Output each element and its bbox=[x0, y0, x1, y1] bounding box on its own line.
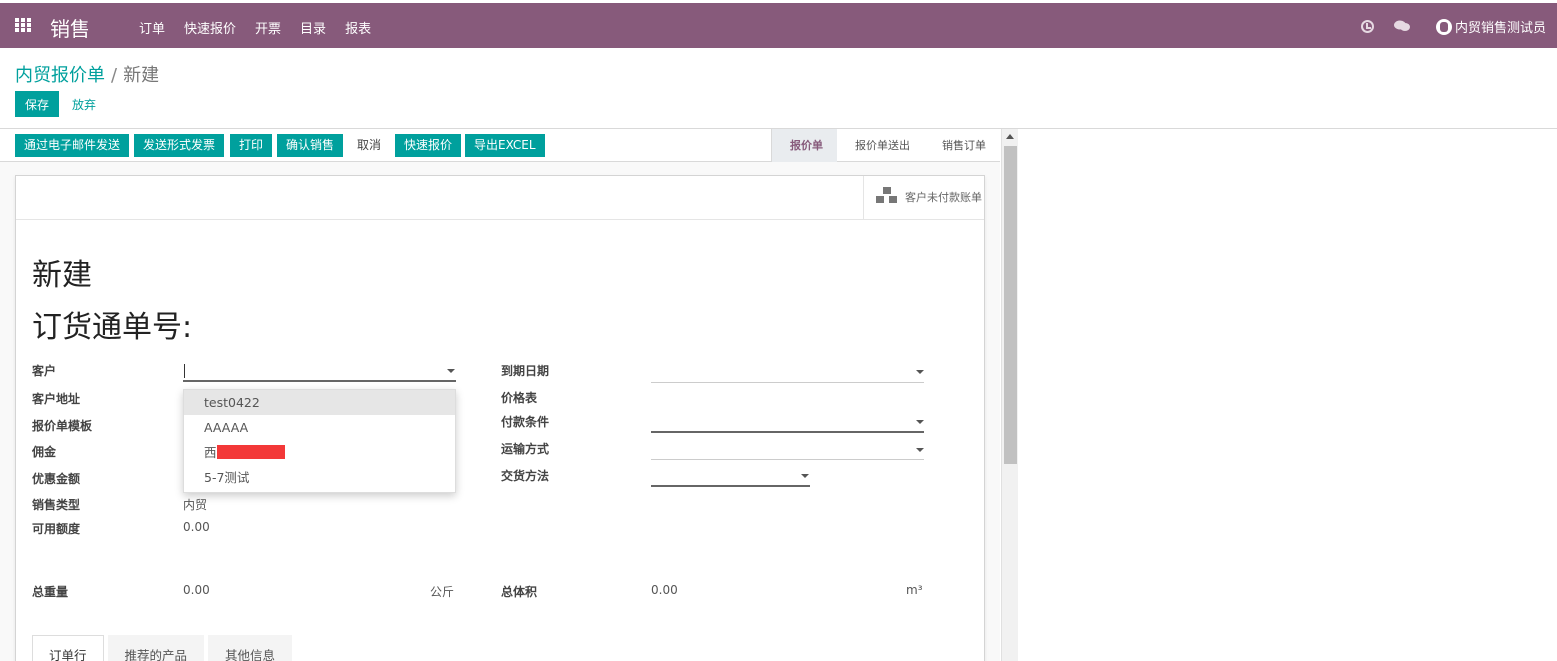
shipping-method-dropdown-icon[interactable] bbox=[916, 448, 924, 452]
customer-dropdown-icon[interactable] bbox=[447, 369, 455, 373]
breadcrumb-current: 新建 bbox=[123, 65, 160, 86]
pricelist-label: 价格表 bbox=[501, 391, 538, 405]
apps-grid-icon[interactable] bbox=[15, 18, 33, 32]
confirm-sale-button[interactable]: 确认销售 bbox=[277, 134, 344, 157]
main-menu: 订单 快速报价 开票 目录 报表 bbox=[139, 18, 390, 37]
scroll-thumb[interactable] bbox=[1004, 146, 1017, 464]
activity-clock-icon[interactable] bbox=[1361, 20, 1374, 33]
tab-recommended-products[interactable]: 推荐的产品 bbox=[107, 635, 205, 661]
chat-icon[interactable] bbox=[1394, 20, 1410, 32]
quote-template-label: 报价单模板 bbox=[32, 419, 93, 433]
dropdown-option[interactable]: 西 bbox=[184, 440, 455, 465]
tab-order-lines[interactable]: 订单行 bbox=[32, 635, 104, 661]
commission-label: 佣金 bbox=[32, 445, 57, 459]
quick-quote-button[interactable]: 快速报价 bbox=[395, 134, 462, 157]
dropdown-option-text: 西 bbox=[204, 445, 217, 460]
form-statusbar: 通过电子邮件发送 发送形式发票 打印 确认销售 取消 快速报价 导出EXCEL … bbox=[0, 129, 1000, 162]
cancel-button[interactable]: 取消 bbox=[348, 134, 390, 157]
customer-autocomplete-dropdown: test0422 AAAAA 西 5-7测试 bbox=[183, 389, 456, 493]
menu-item-catalog[interactable]: 目录 bbox=[300, 18, 326, 37]
total-volume-label: 总体积 bbox=[501, 585, 538, 599]
customer-address-label: 客户地址 bbox=[32, 392, 81, 406]
user-name: 内贸销售测试员 bbox=[1455, 21, 1547, 36]
available-credit-value: 0.00 bbox=[183, 520, 210, 534]
send-proforma-button[interactable]: 发送形式发票 bbox=[134, 134, 225, 157]
breadcrumb: 内贸报价单 / 新建 bbox=[15, 61, 159, 87]
avatar bbox=[1436, 18, 1452, 35]
scroll-up-arrow-icon[interactable] bbox=[1006, 134, 1014, 139]
text-cursor bbox=[184, 364, 185, 378]
total-volume-value: 0.00 bbox=[651, 583, 678, 597]
app-title: 销售 bbox=[50, 17, 90, 41]
redacted-block bbox=[216, 445, 285, 459]
discard-button[interactable]: 放弃 bbox=[64, 91, 104, 117]
breadcrumb-separator: / bbox=[111, 65, 118, 86]
sales-type-label: 销售类型 bbox=[32, 498, 81, 512]
notebook-tabs: 订单行 推荐的产品 其他信息 bbox=[32, 635, 296, 661]
shipping-method-label: 运输方式 bbox=[501, 442, 550, 456]
tab-other-info[interactable]: 其他信息 bbox=[208, 635, 293, 661]
dropdown-option[interactable]: 5-7测试 bbox=[184, 465, 455, 490]
export-excel-button[interactable]: 导出EXCEL bbox=[465, 134, 545, 157]
discount-amount-label: 优惠金额 bbox=[32, 472, 81, 486]
available-credit-label: 可用额度 bbox=[32, 522, 81, 536]
unpaid-invoices-label: 客户未付款账单 bbox=[905, 191, 982, 204]
payment-terms-dropdown-icon[interactable] bbox=[916, 420, 924, 424]
cubes-icon bbox=[873, 185, 901, 210]
user-menu[interactable]: 内贸销售测试员 bbox=[1436, 17, 1546, 36]
stage-quotation-sent[interactable]: 报价单送出 bbox=[837, 129, 924, 162]
total-weight-value: 0.00 bbox=[183, 583, 210, 597]
top-navbar: 销售 订单 快速报价 开票 目录 报表 内贸销售测试员 bbox=[0, 3, 1557, 48]
dropdown-option[interactable]: AAAAA bbox=[184, 415, 455, 440]
record-title: 新建 bbox=[32, 258, 92, 293]
total-weight-label: 总重量 bbox=[32, 585, 69, 599]
total-weight-unit: 公斤 bbox=[430, 585, 455, 599]
breadcrumb-parent[interactable]: 内贸报价单 bbox=[15, 65, 105, 86]
button-box: 客户未付款账单 bbox=[16, 176, 984, 220]
customer-label: 客户 bbox=[32, 364, 57, 378]
order-number-label: 订货通单号: bbox=[32, 310, 193, 345]
menu-item-quick-quote[interactable]: 快速报价 bbox=[184, 18, 236, 37]
send-by-email-button[interactable]: 通过电子邮件发送 bbox=[15, 134, 130, 157]
vertical-scrollbar[interactable] bbox=[1001, 129, 1018, 661]
sales-type-value: 内贸 bbox=[183, 498, 208, 512]
due-date-input[interactable] bbox=[651, 382, 924, 383]
customer-input[interactable] bbox=[183, 361, 456, 382]
due-date-label: 到期日期 bbox=[501, 364, 550, 378]
stage-sales-order[interactable]: 销售订单 bbox=[924, 129, 1000, 162]
form-sheet: 客户未付款账单 新建 订货通单号: 客户 客户地址 报价单模板 佣金 优惠金额 … bbox=[15, 175, 985, 661]
save-button[interactable]: 保存 bbox=[15, 91, 59, 117]
payment-terms-label: 付款条件 bbox=[501, 415, 550, 429]
dropdown-option[interactable]: test0422 bbox=[184, 390, 455, 415]
delivery-method-input[interactable] bbox=[651, 485, 810, 487]
payment-terms-input[interactable] bbox=[651, 431, 924, 433]
delivery-method-dropdown-icon[interactable] bbox=[801, 474, 809, 478]
menu-item-orders[interactable]: 订单 bbox=[139, 18, 165, 37]
print-button[interactable]: 打印 bbox=[230, 134, 273, 157]
status-stages: 报价单 报价单送出 销售订单 bbox=[771, 129, 1000, 162]
delivery-method-label: 交货方法 bbox=[501, 469, 550, 483]
menu-item-reports[interactable]: 报表 bbox=[345, 18, 371, 37]
shipping-method-input[interactable] bbox=[651, 459, 924, 460]
menu-item-invoicing[interactable]: 开票 bbox=[255, 18, 281, 37]
unpaid-invoices-button[interactable]: 客户未付款账单 bbox=[863, 176, 984, 219]
total-volume-unit: m³ bbox=[906, 583, 923, 597]
form-view: 通过电子邮件发送 发送形式发票 打印 确认销售 取消 快速报价 导出EXCEL … bbox=[0, 129, 1000, 661]
due-date-dropdown-icon[interactable] bbox=[916, 370, 924, 374]
